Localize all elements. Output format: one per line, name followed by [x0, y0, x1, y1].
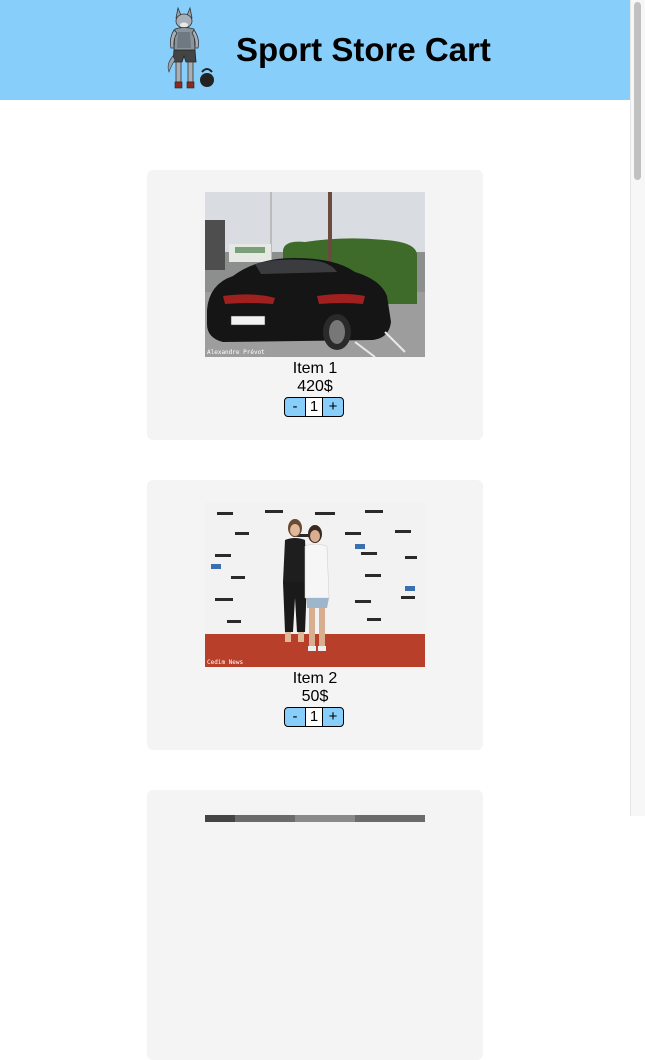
quantity-stepper: - 1 +: [284, 707, 344, 727]
quantity-value[interactable]: 1: [306, 397, 322, 417]
item-photo: Cedim News: [205, 502, 425, 667]
photo-caption: Cedim News: [207, 659, 244, 666]
item-price: 420$: [297, 378, 333, 395]
wolf-athlete-logo-icon: [167, 6, 214, 89]
quantity-value[interactable]: 1: [306, 707, 322, 727]
increment-button[interactable]: +: [322, 397, 344, 417]
cart-item-card: Cedim News Item 2 50$ - 1 +: [147, 480, 483, 750]
cart-item-card: [147, 790, 483, 1060]
scrollbar-thumb[interactable]: [634, 2, 641, 180]
decrement-button[interactable]: -: [284, 707, 306, 727]
item-price: 50$: [301, 688, 329, 705]
vertical-scrollbar[interactable]: [630, 0, 645, 816]
increment-button[interactable]: +: [322, 707, 344, 727]
item-name: Item 2: [292, 670, 338, 687]
page-header: Sport Store Cart: [0, 0, 631, 100]
item-photo: [205, 812, 425, 822]
page-title: Sport Store Cart: [236, 31, 491, 68]
photo-caption: Alexandre Prévot: [207, 349, 265, 356]
cart-item-card: Alexandre Prévot Item 1 420$ - 1 +: [147, 170, 483, 440]
item-photo: Alexandre Prévot: [205, 192, 425, 357]
quantity-stepper: - 1 +: [284, 397, 344, 417]
item-name: Item 1: [292, 360, 338, 377]
decrement-button[interactable]: -: [284, 397, 306, 417]
